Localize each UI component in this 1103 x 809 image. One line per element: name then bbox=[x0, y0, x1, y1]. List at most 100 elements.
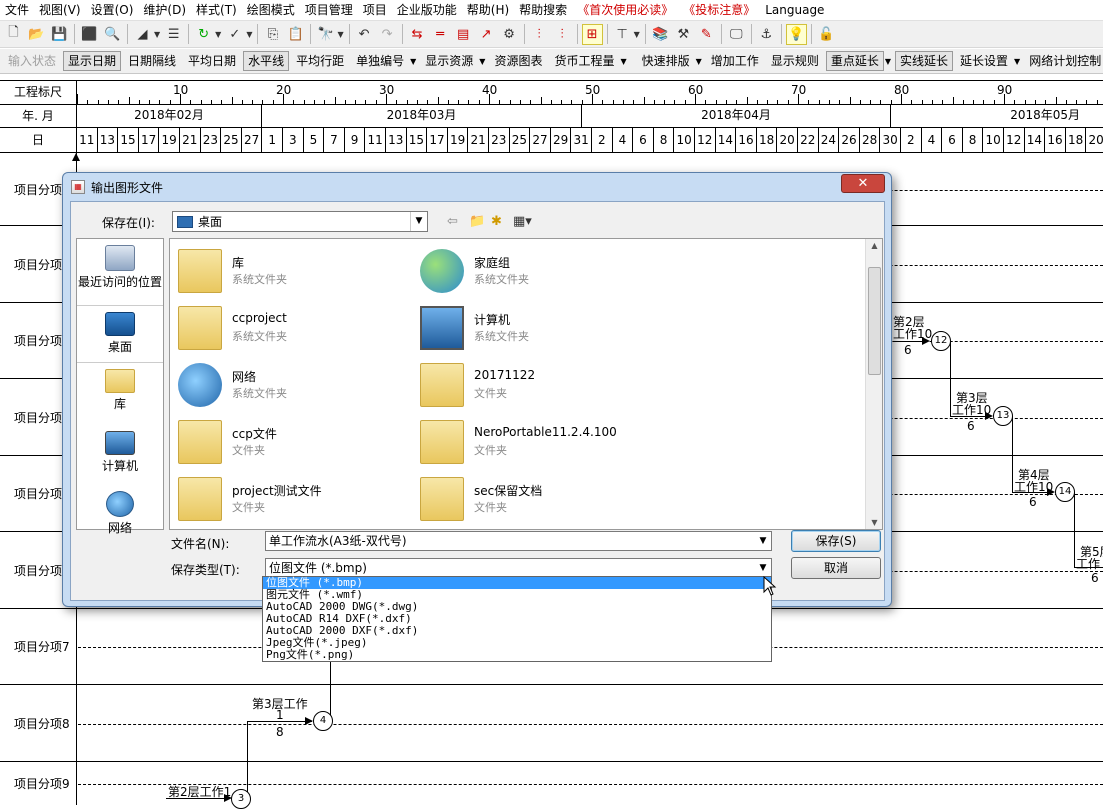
place-computer[interactable]: 计算机 bbox=[77, 431, 163, 474]
menu-style[interactable]: 样式(T) bbox=[191, 1, 242, 18]
chevron-down-icon[interactable]: ▼ bbox=[755, 559, 771, 577]
chevron-down-icon[interactable]: ▼ bbox=[246, 30, 252, 39]
filetype-option[interactable]: Png文件(*.png) bbox=[263, 649, 771, 661]
chevron-down-icon[interactable]: ▼ bbox=[410, 57, 416, 66]
chevron-down-icon[interactable]: ▼ bbox=[410, 212, 427, 231]
menu-project-mgmt[interactable]: 项目管理 bbox=[300, 1, 358, 18]
file-item[interactable]: ccproject 系统文件夹 bbox=[174, 302, 404, 354]
place-recent[interactable]: 最近访问的位置 bbox=[77, 245, 163, 290]
open-folder-icon[interactable]: 📂 bbox=[26, 24, 47, 45]
fill-icon[interactable]: ◢ bbox=[132, 24, 153, 45]
file-item[interactable]: 库 系统文件夹 bbox=[174, 245, 404, 297]
resource-icon[interactable]: ⚙ bbox=[499, 24, 520, 45]
menu-view[interactable]: 视图(V) bbox=[34, 1, 86, 18]
back-icon[interactable]: ⇦ bbox=[447, 214, 458, 229]
close-button[interactable]: ✕ bbox=[841, 174, 885, 193]
layout-icon[interactable]: ⊤ bbox=[612, 24, 633, 45]
up-folder-icon[interactable]: 📁 bbox=[469, 214, 485, 229]
chevron-down-icon[interactable]: ▼ bbox=[337, 30, 343, 39]
network-node[interactable]: 14 bbox=[1055, 482, 1075, 502]
menu-bid-notes[interactable]: 《投标注意》 bbox=[678, 1, 760, 18]
anchor-icon[interactable]: ⚓ bbox=[756, 24, 777, 45]
currency-quantity-button[interactable]: 货币工程量 bbox=[549, 51, 619, 71]
export-icon[interactable]: ⬛ bbox=[79, 24, 100, 45]
horizontal-line-button[interactable]: 水平线 bbox=[243, 51, 290, 71]
tools-icon[interactable]: ⚒ bbox=[673, 24, 694, 45]
filetype-select[interactable]: 位图文件 (*.bmp) ▼ bbox=[265, 558, 772, 578]
menu-settings[interactable]: 设置(O) bbox=[86, 1, 139, 18]
menu-file[interactable]: 文件 bbox=[0, 1, 34, 18]
lightbulb-icon[interactable]: 💡 bbox=[785, 23, 807, 45]
print-preview-icon[interactable]: 🔍 bbox=[102, 24, 123, 45]
monitor-icon[interactable]: 🖵 bbox=[726, 24, 747, 45]
chevron-down-icon[interactable]: ▼ bbox=[885, 57, 891, 66]
chevron-down-icon[interactable]: ▼ bbox=[1014, 57, 1020, 66]
solid-extend-button[interactable]: 实线延长 bbox=[895, 51, 954, 71]
align-icon[interactable]: ☰ bbox=[163, 24, 184, 45]
menu-draw-mode[interactable]: 绘图模式 bbox=[242, 1, 300, 18]
file-item[interactable]: 网络 系统文件夹 bbox=[174, 359, 404, 411]
date-divider-button[interactable]: 日期隔线 bbox=[123, 51, 181, 71]
file-item[interactable]: NeroPortable11.2.4.100 文件夹 bbox=[416, 416, 646, 468]
add-work-button[interactable]: 增加工作 bbox=[706, 51, 764, 71]
place-desktop[interactable]: 桌面 bbox=[77, 305, 163, 363]
scroll-up-icon[interactable]: ▲ bbox=[866, 241, 882, 250]
books-icon[interactable]: 📚 bbox=[650, 24, 671, 45]
new-folder-icon[interactable]: ✱ bbox=[491, 214, 502, 229]
network-plan-control-button[interactable]: 网络计划控制 bbox=[1024, 51, 1103, 71]
file-item[interactable]: 20171122 文件夹 bbox=[416, 359, 646, 411]
show-resources-button[interactable]: 显示资源 bbox=[420, 51, 478, 71]
key-extend-button[interactable]: 重点延长 bbox=[825, 51, 884, 71]
save-button[interactable]: 保存(S) bbox=[791, 530, 881, 552]
undo-icon[interactable]: ↶ bbox=[354, 24, 375, 45]
menu-maintain[interactable]: 维护(D) bbox=[138, 1, 191, 18]
save-icon[interactable]: 💾 bbox=[49, 24, 70, 45]
dialog-titlebar[interactable]: ▦ 输出图形文件 bbox=[63, 173, 891, 201]
redo-icon[interactable]: ↷ bbox=[377, 24, 398, 45]
chevron-down-icon[interactable]: ▼ bbox=[479, 57, 485, 66]
average-row-spacing-button[interactable]: 平均行距 bbox=[291, 51, 349, 71]
chevron-down-icon[interactable]: ▼ bbox=[154, 30, 160, 39]
show-date-button[interactable]: 显示日期 bbox=[63, 51, 122, 71]
paste-icon[interactable]: 📋 bbox=[285, 24, 306, 45]
list-red-icon[interactable]: ▤ bbox=[453, 24, 474, 45]
chevron-down-icon[interactable]: ▼ bbox=[696, 57, 702, 66]
chevron-down-icon[interactable]: ▼ bbox=[215, 30, 221, 39]
file-item[interactable]: project测试文件 文件夹 bbox=[174, 473, 404, 525]
network-node[interactable]: 3 bbox=[231, 789, 251, 809]
network-link-icon[interactable]: ⇆ bbox=[407, 24, 428, 45]
new-file-icon[interactable]: 🗋 bbox=[3, 24, 24, 45]
network-node[interactable]: 4 bbox=[313, 711, 333, 731]
network-node[interactable]: 13 bbox=[993, 406, 1013, 426]
show-rules-button[interactable]: 显示规则 bbox=[766, 51, 824, 71]
scroll-down-icon[interactable]: ▼ bbox=[866, 518, 882, 527]
scroll-thumb[interactable] bbox=[868, 267, 881, 375]
place-network[interactable]: 网络 bbox=[77, 491, 163, 536]
file-list-scrollbar[interactable]: ▲ ▼ bbox=[865, 239, 882, 529]
line-red-icon[interactable]: ═ bbox=[430, 24, 451, 45]
menu-language[interactable]: Language bbox=[760, 3, 829, 17]
gantt-icon[interactable]: ⫶ bbox=[529, 24, 550, 45]
menu-project[interactable]: 项目 bbox=[358, 1, 392, 18]
extend-settings-button[interactable]: 延长设置 bbox=[955, 51, 1013, 71]
file-item[interactable]: 家庭组 系统文件夹 bbox=[416, 245, 646, 297]
unlock-icon[interactable]: 🔓 bbox=[816, 24, 837, 45]
chevron-down-icon[interactable]: ▼ bbox=[755, 532, 771, 550]
menu-first-use[interactable]: 《首次使用必读》 bbox=[572, 1, 678, 18]
file-item[interactable]: sec保留文档 文件夹 bbox=[416, 473, 646, 525]
file-item[interactable]: ccp文件 文件夹 bbox=[174, 416, 404, 468]
find-icon[interactable]: 🔭 bbox=[315, 24, 336, 45]
gantt2-icon[interactable]: ⫶ bbox=[552, 24, 573, 45]
menu-enterprise[interactable]: 企业版功能 bbox=[392, 1, 462, 18]
average-date-button[interactable]: 平均日期 bbox=[183, 51, 241, 71]
refresh-icon[interactable]: ↻ bbox=[193, 24, 214, 45]
quick-layout-button[interactable]: 快速排版 bbox=[637, 51, 695, 71]
copy-icon[interactable]: ⎘ bbox=[262, 24, 283, 45]
curve-icon[interactable]: ↗ bbox=[476, 24, 497, 45]
resource-chart-button[interactable]: 资源图表 bbox=[489, 51, 547, 71]
chevron-down-icon[interactable]: ▼ bbox=[620, 57, 626, 66]
place-library[interactable]: 库 bbox=[77, 369, 163, 412]
cancel-button[interactable]: 取消 bbox=[791, 557, 881, 579]
network-node[interactable]: 12 bbox=[931, 331, 951, 351]
file-item[interactable]: 计算机 系统文件夹 bbox=[416, 302, 646, 354]
